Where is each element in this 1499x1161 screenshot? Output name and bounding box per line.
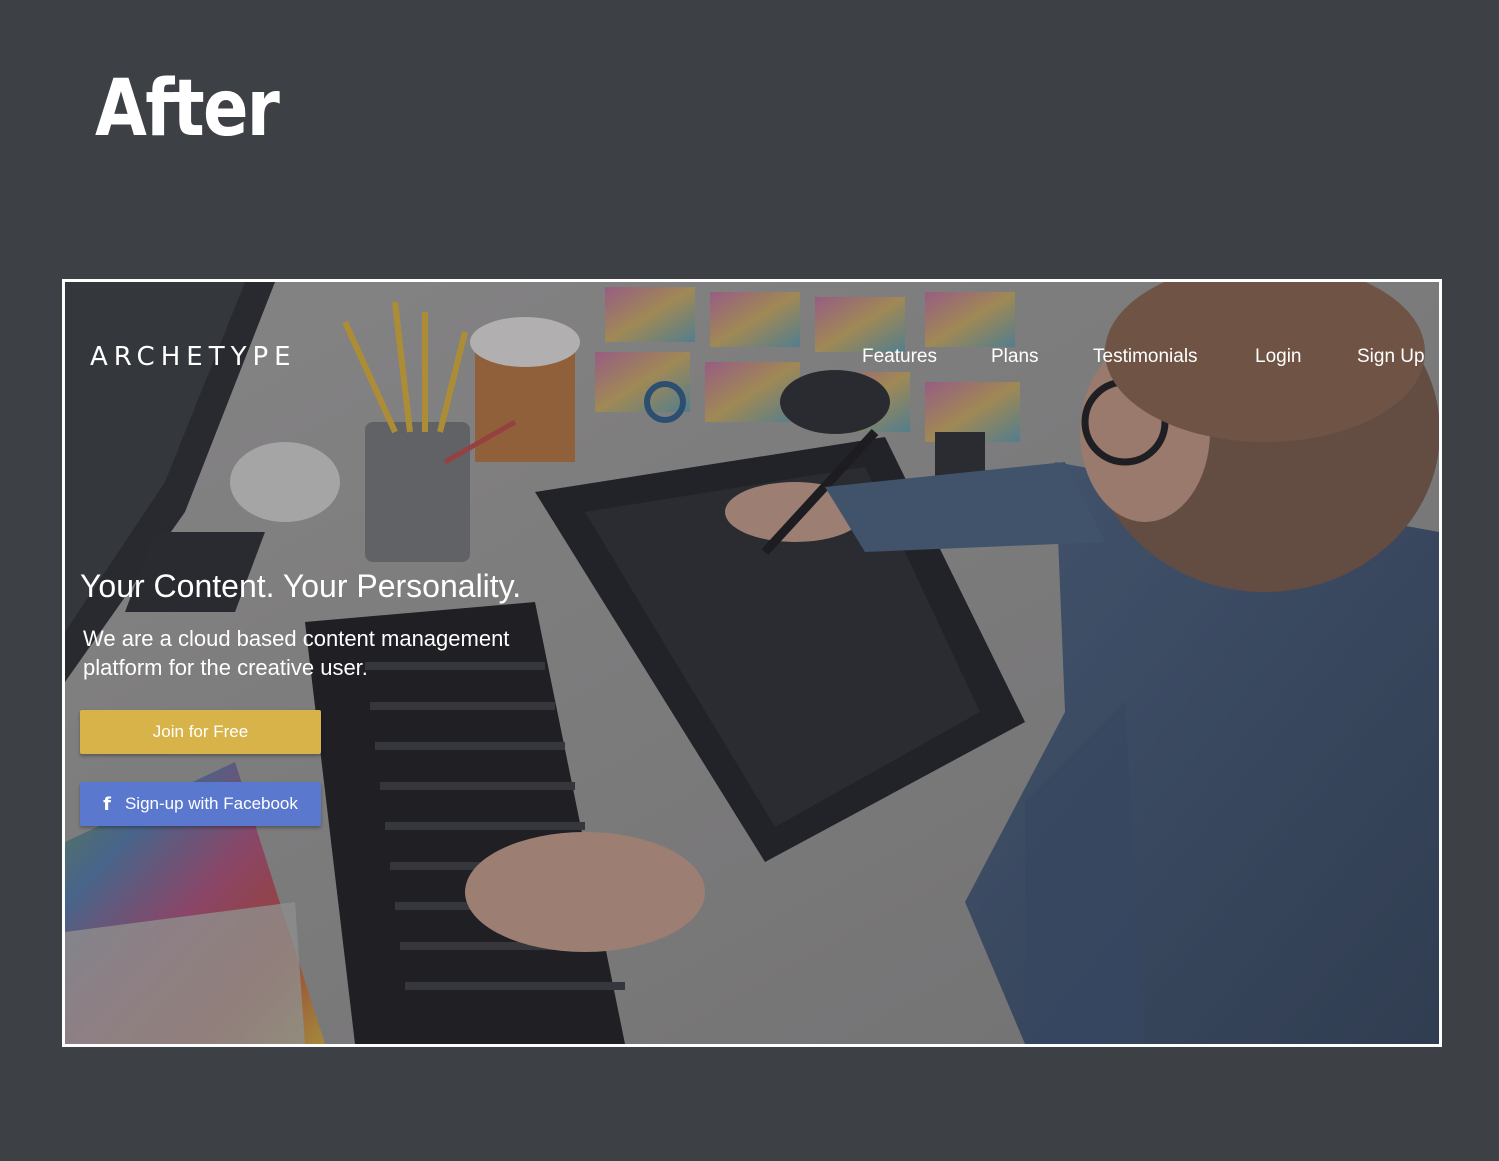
nav-sign-up[interactable]: Sign Up bbox=[1357, 346, 1425, 368]
join-button-label: Join for Free bbox=[152, 722, 249, 741]
website-screenshot: ARCHETYPE Features Plans Testimonials Lo… bbox=[62, 279, 1442, 1047]
hero-subtitle: We are a cloud based content management … bbox=[83, 626, 510, 680]
facebook-button-label: Sign-up with Facebook bbox=[124, 794, 298, 813]
nav-plans[interactable]: Plans bbox=[991, 346, 1039, 368]
hero-title: Your Content. Your Personality. bbox=[80, 568, 522, 604]
nav-features[interactable]: Features bbox=[862, 346, 937, 368]
facebook-signup-button[interactable]: f Sign-up with Facebook bbox=[80, 782, 321, 826]
slide-title: After bbox=[95, 64, 280, 154]
join-for-free-button[interactable]: Join for Free bbox=[80, 710, 321, 754]
main-nav: Features Plans Testimonials Login Sign U… bbox=[65, 346, 1439, 376]
nav-testimonials[interactable]: Testimonials bbox=[1093, 346, 1198, 368]
nav-login[interactable]: Login bbox=[1255, 346, 1302, 368]
facebook-icon: f bbox=[103, 793, 111, 815]
